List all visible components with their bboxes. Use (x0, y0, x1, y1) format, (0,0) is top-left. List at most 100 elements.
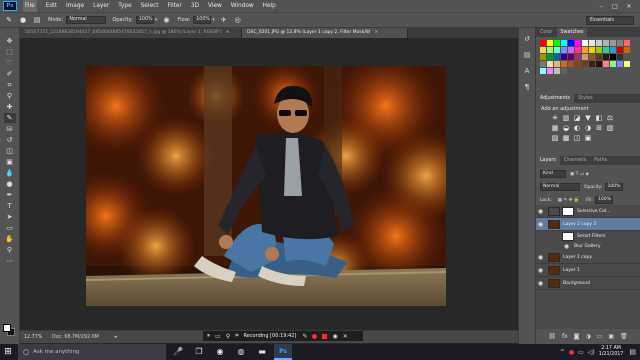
layer-fill-field[interactable]: 100% (595, 196, 613, 204)
more-tools-icon[interactable]: ⋯ (4, 256, 16, 266)
color-swatch[interactable] (547, 54, 553, 60)
color-swatch[interactable] (561, 54, 567, 60)
adjustment-icon[interactable]: ⚖ (605, 114, 615, 123)
layer-row-layer-1-copy-2[interactable]: ◉ Layer 1 copy 2 (536, 218, 640, 231)
blur-gallery-row[interactable]: ◉ Blur Gallery (536, 241, 640, 251)
color-swatch[interactable] (610, 40, 616, 46)
layer-opacity-field[interactable]: 100% (604, 183, 623, 191)
pressure-size-icon[interactable]: ◎ (233, 15, 243, 25)
color-swatch[interactable] (582, 54, 588, 60)
flow-field[interactable]: 100% (193, 16, 212, 24)
color-swatch[interactable] (554, 54, 560, 60)
adjustment-layer-icon[interactable]: ◑ (585, 333, 590, 340)
color-swatch[interactable] (596, 40, 602, 46)
layer-mask-thumb[interactable] (562, 206, 574, 216)
trash-icon[interactable]: 🗑 (620, 333, 628, 340)
brush-preset-icon[interactable]: ● (18, 15, 28, 25)
color-swatch[interactable] (610, 47, 616, 53)
adjustment-icon[interactable]: ▥ (561, 114, 571, 123)
foreground-color-swatch[interactable] (3, 324, 11, 332)
adjustment-icon[interactable]: ◒ (561, 124, 571, 133)
visibility-eye-icon[interactable]: ◉ (536, 208, 545, 215)
volume-icon[interactable]: ◁) (588, 349, 595, 356)
layer-kind-select[interactable]: Kind (540, 170, 566, 178)
eyedropper-tool-icon[interactable]: ⚲ (4, 91, 16, 101)
doc-size-info[interactable]: Doc: 68.7M/292.0M (52, 335, 99, 340)
document-image[interactable] (86, 66, 446, 306)
adjustment-icon[interactable]: ◧ (594, 114, 604, 123)
tab-swatches[interactable]: Swatches (556, 28, 588, 37)
color-swatch[interactable] (561, 47, 567, 53)
color-swatch[interactable] (617, 40, 623, 46)
shape-tool-icon[interactable]: ▭ (4, 223, 16, 233)
layer-row-layer-1-copy[interactable]: ◉ Layer 1 copy (536, 251, 640, 264)
color-swatch[interactable] (582, 47, 588, 53)
history-brush-tool-icon[interactable]: ↺ (4, 135, 16, 145)
visibility-eye-icon[interactable]: ◉ (562, 243, 571, 250)
workspace-select[interactable]: Essentials (586, 16, 634, 25)
adjustment-icon[interactable]: ◪ (572, 114, 582, 123)
color-swatch[interactable] (596, 47, 602, 53)
eraser-tool-icon[interactable]: ◫ (4, 146, 16, 156)
flow-dropdown-icon[interactable]: ▾ (212, 17, 215, 23)
hand-tool-icon[interactable]: ✋ (4, 234, 16, 244)
windows-start-icon[interactable]: ⊞ (0, 344, 16, 360)
adjustment-icon[interactable]: ▨ (550, 134, 560, 143)
menu-type[interactable]: Type (118, 0, 131, 12)
lock-icons[interactable]: ▦ ✎ ✥ 🔒 (558, 198, 580, 203)
stop-icon[interactable] (322, 333, 328, 339)
color-swatch[interactable] (610, 61, 616, 67)
close-button[interactable]: ✕ (622, 3, 636, 10)
adjustment-icon[interactable]: ☀ (550, 114, 560, 123)
visibility-eye-icon[interactable]: ◉ (536, 267, 545, 274)
color-swatch[interactable] (547, 61, 553, 67)
color-swatch[interactable] (540, 61, 546, 67)
menu-select[interactable]: Select (141, 0, 159, 12)
record-icon[interactable] (312, 333, 318, 339)
color-swatch[interactable] (540, 54, 546, 60)
adjustment-icon[interactable]: ◑ (583, 124, 593, 133)
character-panel-icon[interactable]: A (521, 66, 533, 76)
color-swatch[interactable] (561, 40, 567, 46)
screen-icon[interactable]: ▭ (215, 333, 221, 340)
microphone-icon[interactable]: 🎤 (169, 344, 187, 360)
brush-tool-icon[interactable]: ✎ (4, 15, 14, 25)
color-swatch[interactable] (582, 40, 588, 46)
menu-view[interactable]: View (208, 0, 222, 12)
task-view-icon[interactable]: ❐ (190, 344, 208, 360)
paragraph-panel-icon[interactable]: ¶ (521, 82, 533, 92)
pressure-opacity-icon[interactable]: ◉ (161, 15, 171, 25)
add-mask-icon[interactable]: ◙ (574, 333, 580, 340)
tab-document-2[interactable]: DSC_0201.JPG @ 12.8% (Layer 1 copy 2, Fi… (242, 28, 408, 38)
pause-icon[interactable]: ⏸ (207, 332, 210, 340)
close-icon[interactable]: × (374, 30, 378, 35)
layer-row-layer-1[interactable]: ◉ Layer 1 (536, 264, 640, 277)
color-swatch[interactable] (554, 40, 560, 46)
camera-icon[interactable]: ◉ (332, 333, 337, 340)
adjustment-icon[interactable]: ▩ (561, 134, 571, 143)
color-swatch[interactable] (624, 47, 630, 53)
color-swatch[interactable] (610, 54, 616, 60)
color-swatch[interactable] (596, 61, 602, 67)
adjustment-icon[interactable]: ▧ (605, 124, 615, 133)
history-panel-icon[interactable]: ↺ (521, 34, 533, 44)
color-swatch[interactable] (589, 40, 595, 46)
close-icon[interactable]: × (226, 30, 230, 35)
network-icon[interactable]: ▭ (578, 349, 584, 356)
color-swatch[interactable] (561, 61, 567, 67)
group-icon[interactable]: ▭ (597, 333, 603, 340)
tab-adjustments[interactable]: Adjustments (536, 94, 575, 103)
healing-tool-icon[interactable]: ✚ (4, 102, 16, 112)
adjustment-icon[interactable]: ◐ (572, 124, 582, 133)
color-swatch[interactable] (589, 54, 595, 60)
color-swatch[interactable] (603, 54, 609, 60)
color-swatch[interactable] (554, 61, 560, 67)
color-swatch[interactable] (624, 61, 630, 67)
opacity-dropdown-icon[interactable]: ▾ (155, 17, 158, 23)
adjustment-icon[interactable]: ▣ (583, 134, 593, 143)
status-menu-icon[interactable]: ▸ (115, 334, 118, 340)
taskbar-search[interactable]: ○ Ask me anything (18, 344, 166, 360)
notifications-icon[interactable]: ▤ (629, 348, 636, 356)
filter-icons[interactable]: ▣ T ▭ ◈ (570, 172, 589, 177)
menu-file[interactable]: File (23, 0, 37, 12)
